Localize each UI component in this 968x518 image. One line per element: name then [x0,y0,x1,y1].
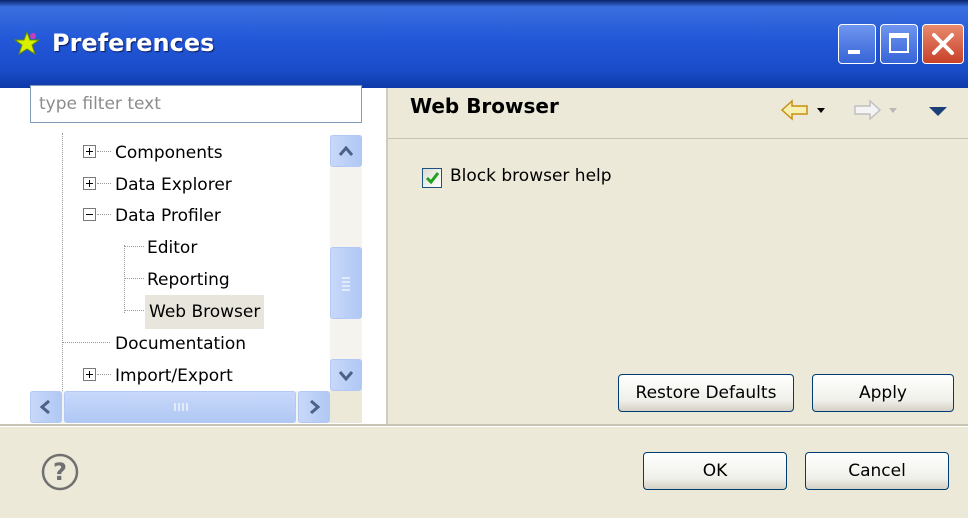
title-bar[interactable]: Preferences [0,0,968,88]
back-history-dropdown-icon[interactable] [814,98,828,122]
block-browser-help-label[interactable]: Block browser help [450,166,612,186]
tree-connector [62,342,110,343]
collapse-icon[interactable] [83,208,96,221]
chevron-down-icon [338,371,354,382]
preferences-dialog: Preferences Components Data Explorer [0,0,968,518]
tree-guide-line [124,245,125,313]
block-browser-help-checkbox[interactable] [422,168,442,188]
chevron-left-icon [39,399,50,415]
tree-connector [124,310,144,311]
expand-icon[interactable] [83,145,96,158]
ok-button[interactable]: OK [643,452,787,490]
forward-history-dropdown-icon [889,108,897,113]
tree-item-label: Editor [147,238,198,258]
apply-button[interactable]: Apply [812,374,954,412]
tree-item-label: Documentation [115,334,247,354]
restore-defaults-button[interactable]: Restore Defaults [618,374,794,412]
tree-guide-line [62,133,63,391]
tree-item-label: Reporting [147,270,230,290]
window-title: Preferences [52,29,215,57]
tree-connector [97,214,111,215]
grip-icon [174,403,188,411]
tree-item-label: Data Explorer [115,175,232,195]
page-title: Web Browser [410,94,559,118]
scroll-down-button[interactable] [330,359,362,391]
footer-divider [0,424,968,427]
scroll-left-button[interactable] [30,391,62,423]
help-icon[interactable]: ? [40,452,80,492]
scroll-up-button[interactable] [330,135,362,167]
tree-item-label: Import/Export [115,366,233,386]
expand-icon[interactable] [83,177,96,190]
grip-icon [342,277,350,291]
forward-arrow-icon [854,99,882,121]
scrollbar-corner [330,391,362,423]
chevron-up-icon [338,145,354,156]
tree-connector [97,183,111,184]
scroll-right-button[interactable] [298,391,330,423]
minimize-icon [848,50,860,54]
tree-connector [124,278,144,279]
tree-vertical-scrollbar[interactable] [330,135,362,391]
maximize-button[interactable] [880,24,918,64]
filter-input[interactable] [30,85,362,123]
expand-icon[interactable] [83,368,96,381]
cancel-button[interactable]: Cancel [805,452,949,490]
tree-item-label: Web Browser [145,295,265,329]
preference-tree[interactable]: Components Data Explorer Data Profiler E… [30,133,330,391]
checkmark-icon [425,172,440,185]
tree-horizontal-scrollbar[interactable] [30,391,330,423]
tree-item-label: Components [115,143,223,163]
tree-connector [124,246,144,247]
maximize-icon [889,33,909,53]
tree-connector [97,374,111,375]
header-divider [388,138,968,139]
svg-text:?: ? [53,458,67,486]
back-arrow-icon[interactable] [780,98,810,122]
minimize-button[interactable] [838,24,876,64]
close-button[interactable] [922,24,964,64]
tree-item-label: Data Profiler [115,206,221,226]
scroll-thumb[interactable] [64,391,296,423]
view-menu-icon[interactable] [926,98,950,122]
scroll-thumb[interactable] [330,247,362,319]
preferences-star-icon [14,31,40,56]
tree-connector [97,151,111,152]
chevron-right-icon [310,399,321,415]
close-icon [932,33,954,55]
